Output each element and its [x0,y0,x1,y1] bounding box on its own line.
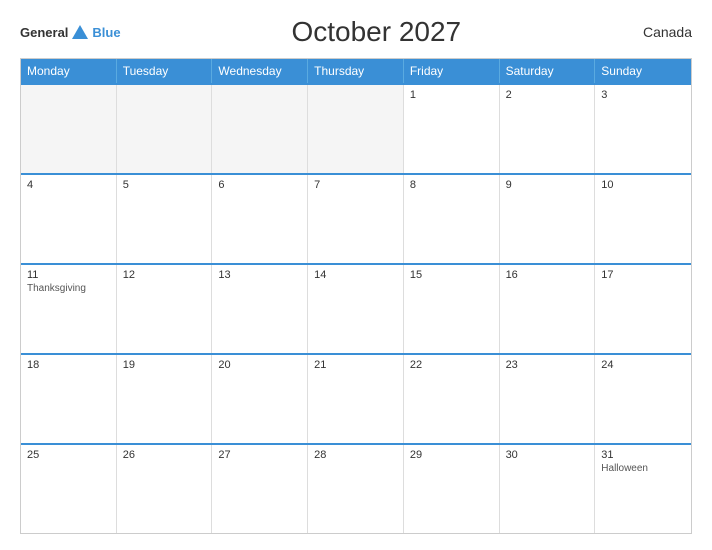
header-saturday: Saturday [500,59,596,83]
day-number: 30 [506,449,589,461]
calendar-cell-w5-d5: 29 [404,445,500,533]
calendar-cell-w1-d6: 2 [500,85,596,173]
header: General Blue October 2027 Canada [20,16,692,48]
calendar-cell-w2-d5: 8 [404,175,500,263]
calendar-cell-w3-d7: 17 [595,265,691,353]
day-number: 9 [506,179,589,191]
calendar-cell-w4-d1: 18 [21,355,117,443]
day-number: 15 [410,269,493,281]
calendar-cell-w2-d4: 7 [308,175,404,263]
day-number: 13 [218,269,301,281]
calendar-cell-w1-d4 [308,85,404,173]
calendar-header: Monday Tuesday Wednesday Thursday Friday… [21,59,691,83]
calendar-title: October 2027 [121,16,632,48]
day-number: 11 [27,269,110,281]
header-friday: Friday [404,59,500,83]
day-number: 26 [123,449,206,461]
calendar-cell-w3-d6: 16 [500,265,596,353]
day-number: 27 [218,449,301,461]
day-number: 4 [27,179,110,191]
calendar-cell-w4-d6: 23 [500,355,596,443]
calendar-cell-w1-d7: 3 [595,85,691,173]
calendar-cell-w4-d5: 22 [404,355,500,443]
header-tuesday: Tuesday [117,59,213,83]
day-number: 21 [314,359,397,371]
day-number: 19 [123,359,206,371]
country-label: Canada [632,24,692,40]
calendar-cell-w1-d1 [21,85,117,173]
day-number: 1 [410,89,493,101]
calendar-cell-w4-d7: 24 [595,355,691,443]
logo: General Blue [20,23,121,41]
day-number: 22 [410,359,493,371]
header-wednesday: Wednesday [212,59,308,83]
day-number: 2 [506,89,589,101]
day-number: 18 [27,359,110,371]
calendar-week-5: 25 26 27 28 29 30 31 Halloween [21,443,691,533]
calendar-cell-w5-d3: 27 [212,445,308,533]
calendar-cell-w4-d4: 21 [308,355,404,443]
calendar-cell-w3-d2: 12 [117,265,213,353]
calendar-cell-w1-d5: 1 [404,85,500,173]
calendar-page: General Blue October 2027 Canada Monday … [0,0,712,550]
calendar-cell-w4-d3: 20 [212,355,308,443]
calendar-body: 1234567891011Thanksgiving121314151617181… [21,83,691,533]
day-number: 20 [218,359,301,371]
day-number: 31 [601,449,685,461]
calendar-cell-w5-d2: 26 [117,445,213,533]
day-number: 14 [314,269,397,281]
event-label: Thanksgiving [27,283,110,294]
calendar-cell-w2-d7: 10 [595,175,691,263]
day-number: 17 [601,269,685,281]
calendar-cell-w5-d1: 25 [21,445,117,533]
day-number: 10 [601,179,685,191]
calendar-cell-w3-d3: 13 [212,265,308,353]
event-label: Halloween [601,463,685,474]
calendar-cell-w3-d5: 15 [404,265,500,353]
day-number: 5 [123,179,206,191]
day-number: 8 [410,179,493,191]
day-number: 12 [123,269,206,281]
calendar-cell-w5-d6: 30 [500,445,596,533]
day-number: 25 [27,449,110,461]
day-number: 16 [506,269,589,281]
logo-triangle-icon [71,23,89,41]
calendar-cell-w4-d2: 19 [117,355,213,443]
calendar-cell-w1-d3 [212,85,308,173]
day-number: 29 [410,449,493,461]
calendar-cell-w1-d2 [117,85,213,173]
calendar-week-1: 1 23 [21,83,691,173]
logo-general-text: General [20,25,68,40]
logo-blue-text: Blue [92,25,120,40]
calendar-cell-w2-d1: 4 [21,175,117,263]
calendar-grid: Monday Tuesday Wednesday Thursday Friday… [20,58,692,534]
header-thursday: Thursday [308,59,404,83]
calendar-cell-w3-d4: 14 [308,265,404,353]
calendar-cell-w5-d7: 31 Halloween [595,445,691,533]
calendar-cell-w2-d3: 6 [212,175,308,263]
calendar-cell-w2-d6: 9 [500,175,596,263]
day-number: 3 [601,89,685,101]
calendar-week-3: 11 Thanksgiving 12 13 14 15 16 17 [21,263,691,353]
calendar-cell-w2-d2: 5 [117,175,213,263]
day-number: 7 [314,179,397,191]
calendar-week-4: 18 19 20 21 22 23 24 [21,353,691,443]
day-number: 6 [218,179,301,191]
header-sunday: Sunday [595,59,691,83]
calendar-cell-w3-d1: 11 Thanksgiving [21,265,117,353]
calendar-cell-w5-d4: 28 [308,445,404,533]
day-number: 24 [601,359,685,371]
day-number: 28 [314,449,397,461]
day-number: 23 [506,359,589,371]
calendar-week-2: 4 56 7 8 9 10 [21,173,691,263]
header-monday: Monday [21,59,117,83]
